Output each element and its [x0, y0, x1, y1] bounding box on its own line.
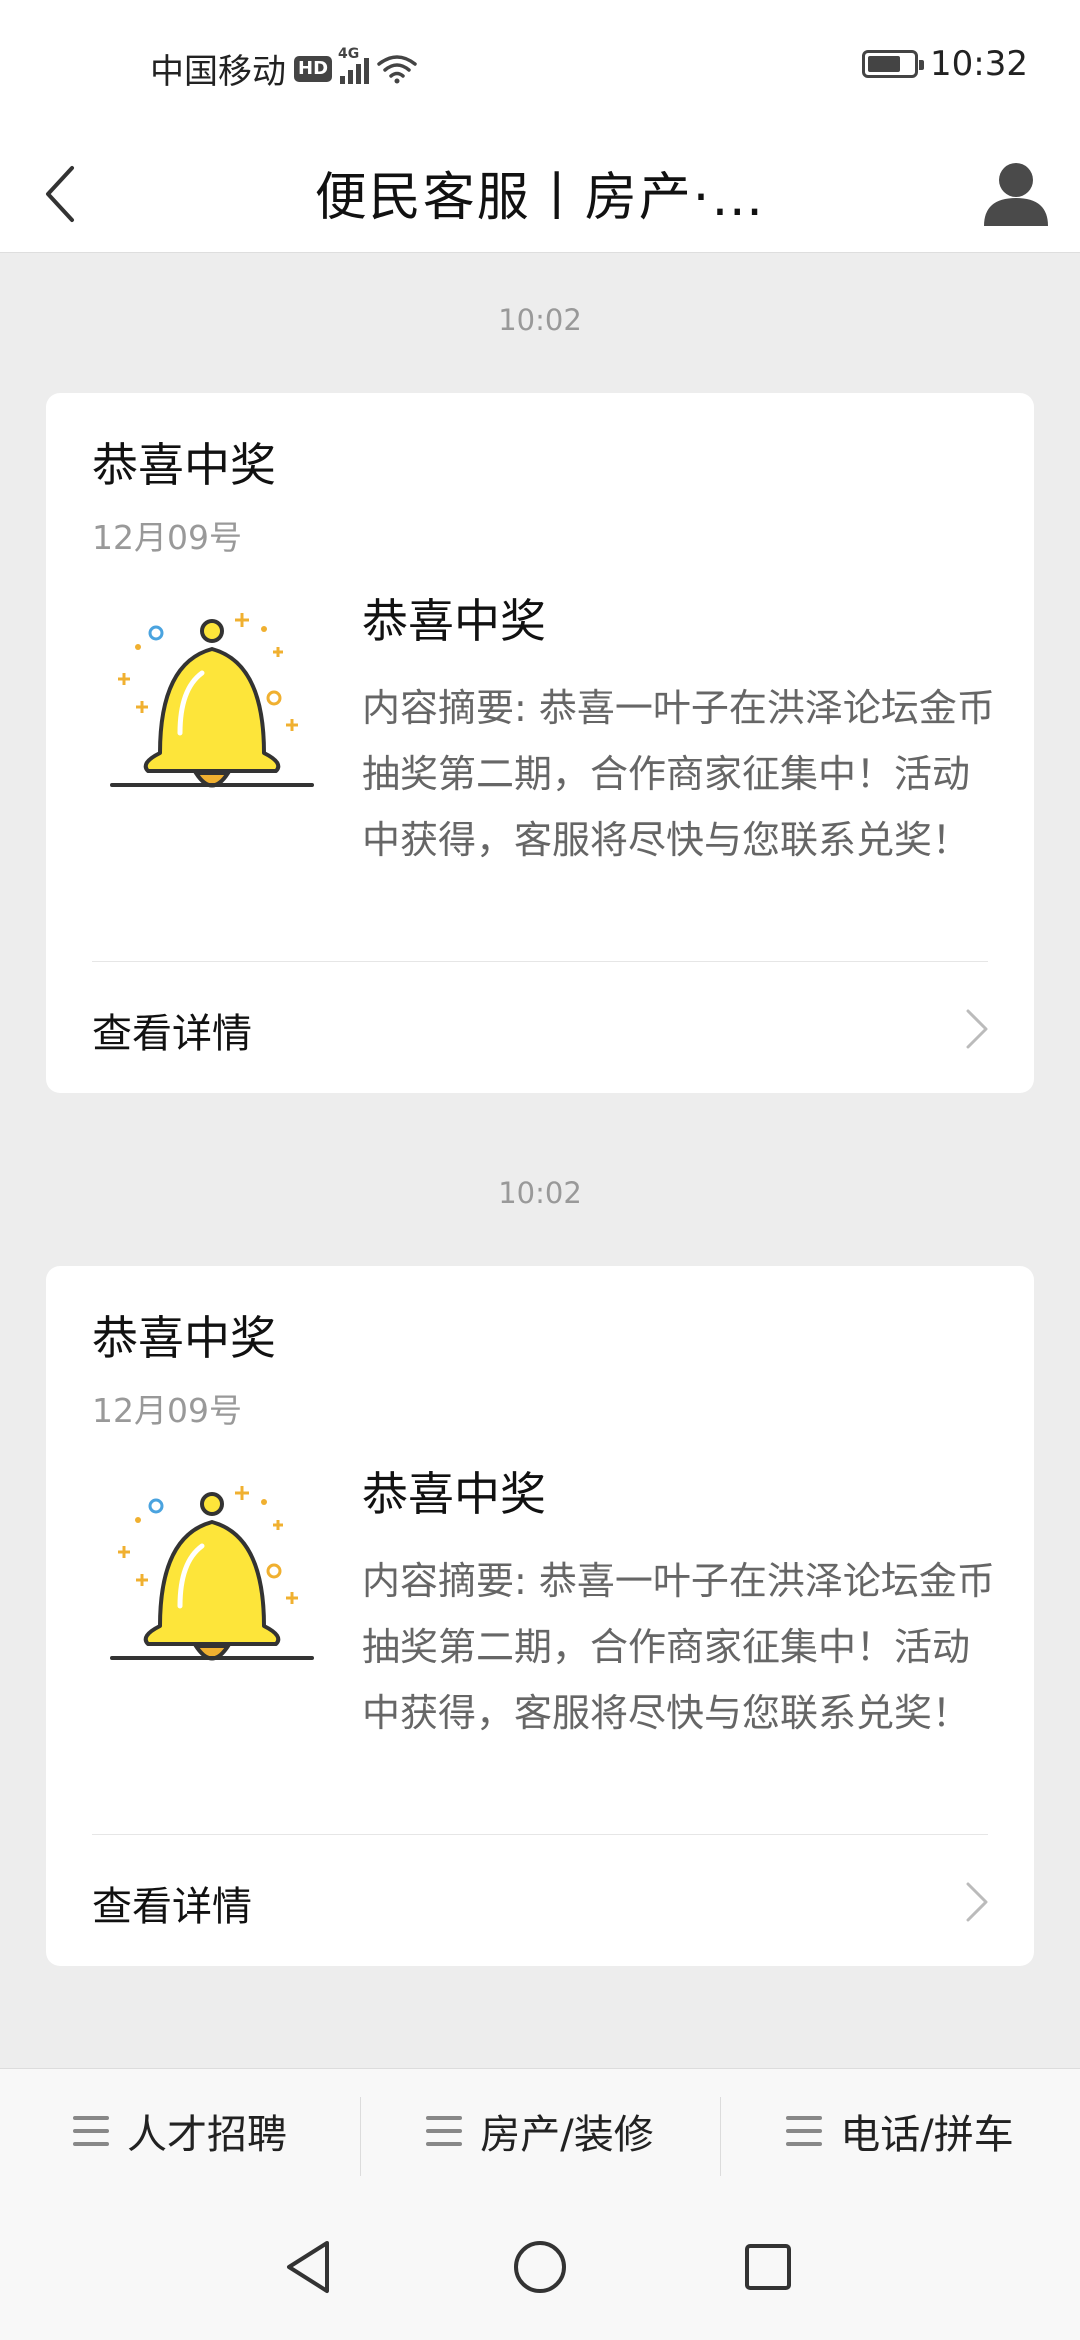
card-title: 恭喜中奖: [92, 438, 276, 492]
hd-badge: HD: [294, 55, 333, 82]
message-timestamp: 10:02: [498, 1176, 582, 1210]
menu-label: 房产/装修: [480, 2111, 654, 2158]
header: 便民客服丨房产·…: [0, 135, 1080, 253]
nav-home-button[interactable]: [505, 2232, 575, 2302]
menu-icon: [426, 2115, 463, 2146]
battery-icon: [862, 50, 925, 78]
page-title: 便民客服丨房产·…: [314, 168, 766, 228]
clock: 10:32: [930, 44, 1028, 84]
item-summary: 内容摘要: 恭喜一叶子在洪泽论坛金币抽奖第二期，合作商家征集中！活动中获得，客服…: [362, 686, 995, 862]
battery-level: [868, 56, 900, 72]
card-date: 12月09号: [92, 1391, 242, 1430]
system-navigation-bar: [0, 2192, 1080, 2340]
message-timestamp: 10:02: [498, 303, 582, 337]
circle-home-icon: [514, 2241, 566, 2293]
bell-icon: [110, 613, 314, 788]
carrier-name: 中国移动: [150, 52, 286, 92]
menu-icon: [73, 2115, 109, 2146]
status-right: 10:32: [862, 44, 1028, 84]
square-recents-icon: [745, 2244, 791, 2290]
card-title: 恭喜中奖: [92, 1311, 276, 1365]
item-title: 恭喜中奖: [362, 594, 546, 648]
menu-item-phone-carpool[interactable]: 电话/拼车: [720, 2069, 1080, 2192]
menu-icon: [786, 2115, 823, 2146]
item-summary: 内容摘要: 恭喜一叶子在洪泽论坛金币抽奖第二期，合作商家征集中！活动中获得，客服…: [362, 1559, 995, 1735]
divider: [92, 961, 988, 962]
profile-button[interactable]: [968, 145, 1064, 241]
nav-back-button[interactable]: [273, 2232, 343, 2302]
view-details-label: 查看详情: [92, 1011, 252, 1057]
signal-icon: 4G: [338, 46, 370, 84]
divider: [92, 1834, 988, 1835]
bell-icon: [110, 1486, 314, 1661]
user-icon: [984, 163, 1048, 226]
card-date: 12月09号: [92, 518, 242, 557]
wifi-icon: [377, 54, 417, 83]
view-details-button[interactable]: 查看详情: [46, 1836, 1034, 1966]
message-card[interactable]: 恭喜中奖 12月09号 恭喜中奖 内容摘要: 恭喜一叶子在洪泽论坛金币抽奖第二期…: [46, 1266, 1034, 1966]
view-details-label: 查看详情: [92, 1884, 252, 1930]
message-card[interactable]: 恭喜中奖 12月09号 恭喜中奖 内容摘要: 恭喜一叶子在洪泽论坛金币抽奖第二期…: [46, 393, 1034, 1093]
network-type: 4G: [338, 45, 360, 62]
menu-item-real-estate[interactable]: 房产/装修: [360, 2069, 720, 2192]
menu-label: 人才招聘: [127, 2111, 287, 2158]
item-title: 恭喜中奖: [362, 1467, 546, 1521]
view-details-button[interactable]: 查看详情: [46, 963, 1034, 1093]
menu-item-recruitment[interactable]: 人才招聘: [0, 2069, 360, 2192]
menu-label: 电话/拼车: [840, 2111, 1014, 2158]
bottom-menu: 人才招聘 房产/装修 电话/拼车: [0, 2068, 1080, 2192]
status-bar: 中国移动 HD 4G 10:32: [0, 0, 1080, 135]
chevron-left-icon: [46, 166, 74, 222]
triangle-back-icon: [287, 2241, 329, 2293]
chevron-right-icon: [966, 1882, 988, 1922]
chevron-right-icon: [966, 1009, 988, 1049]
carrier-info: 中国移动 HD 4G: [150, 44, 417, 93]
nav-recents-button[interactable]: [733, 2232, 803, 2302]
back-button[interactable]: [20, 149, 100, 239]
